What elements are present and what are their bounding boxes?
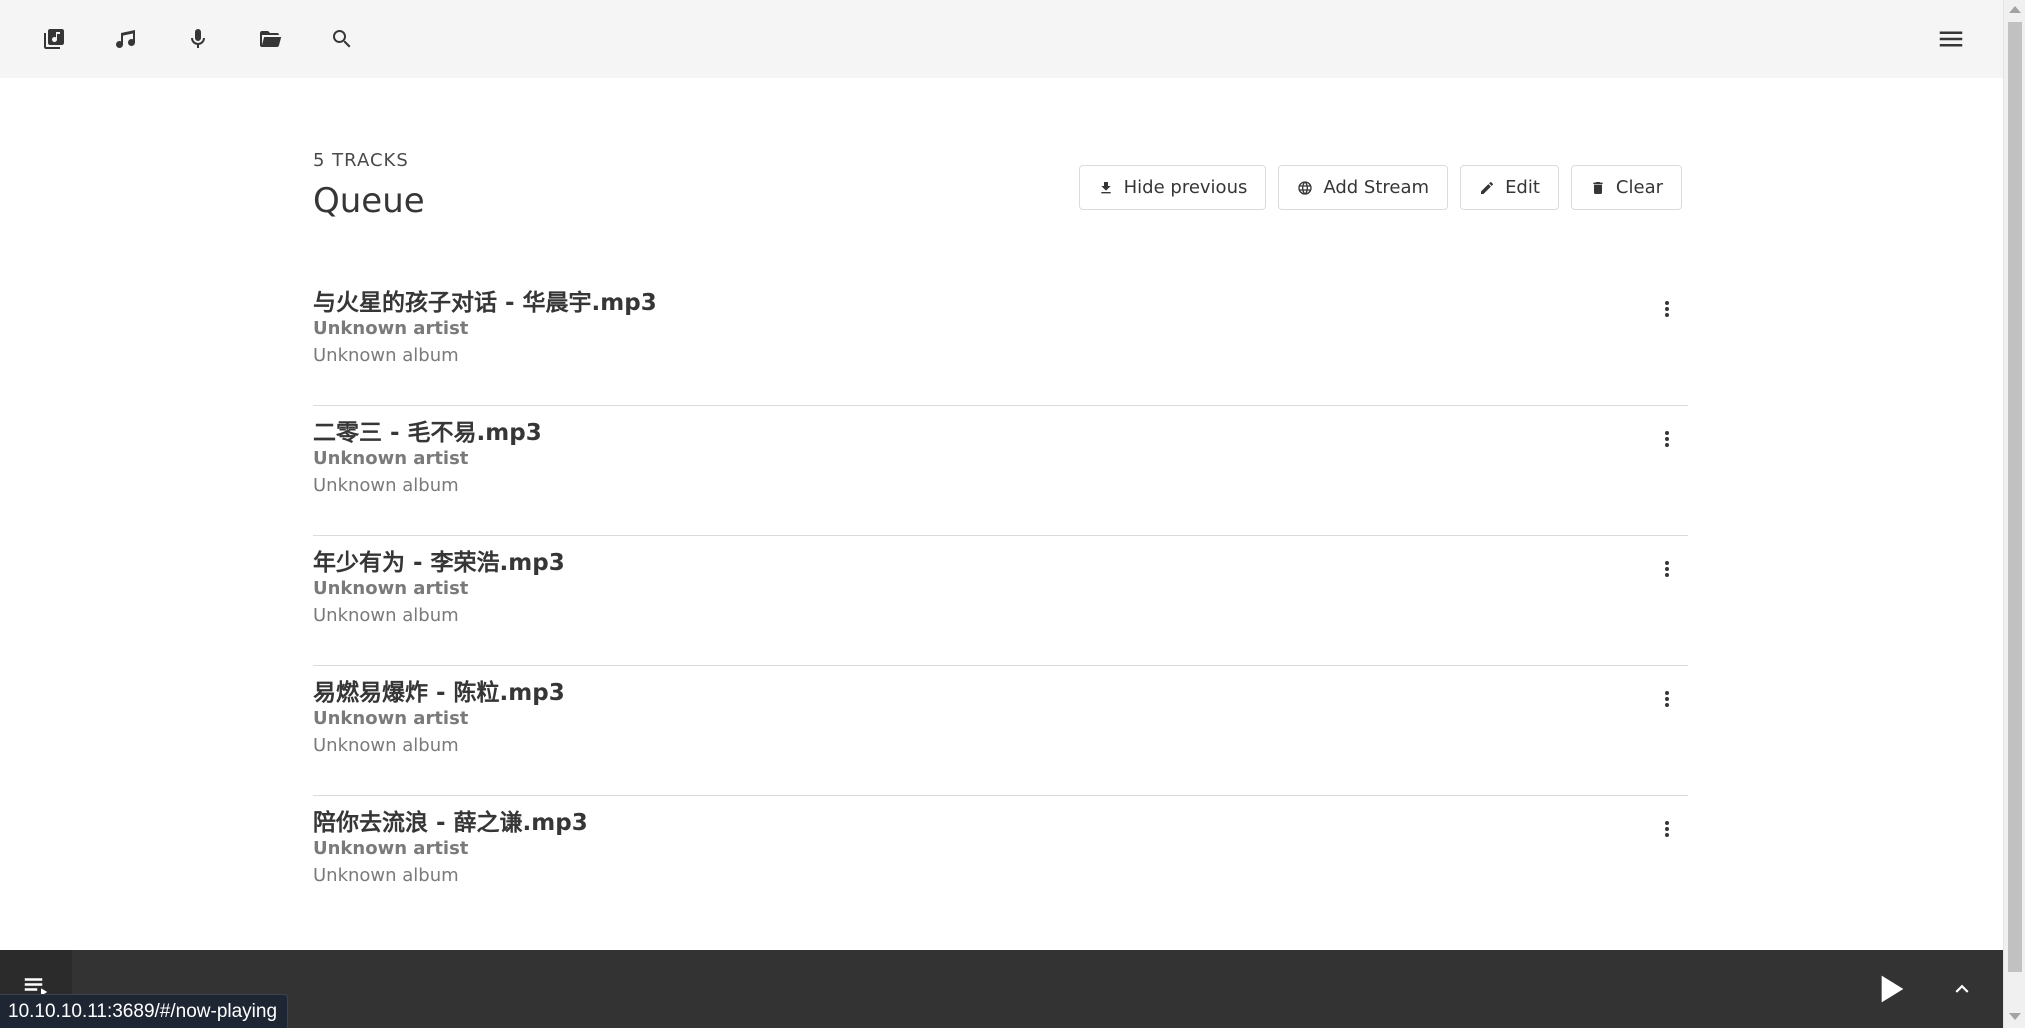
player-bar xyxy=(0,950,2003,1028)
clear-label: Clear xyxy=(1615,177,1663,198)
scroll-up-icon[interactable] xyxy=(2009,6,2021,13)
edit-label: Edit xyxy=(1505,177,1540,198)
queue-toolbar: Hide previous Add Stream Edit Clear xyxy=(1078,165,1682,210)
list-item[interactable]: 年少有为 - 李荣浩.mp3 Unknown artist Unknown al… xyxy=(313,536,1688,666)
more-vertical-icon xyxy=(1665,691,1669,707)
track-title: 与火星的孩子对话 - 华晨宇.mp3 xyxy=(313,290,657,316)
folder-icon xyxy=(260,31,282,47)
expand-player-button[interactable] xyxy=(1945,972,1979,1006)
scroll-thumb[interactable] xyxy=(2008,22,2022,972)
delete-icon xyxy=(1593,181,1603,194)
top-navbar xyxy=(0,0,2003,78)
more-vertical-icon xyxy=(1665,561,1669,577)
edit-button[interactable]: Edit xyxy=(1460,165,1559,210)
track-album: Unknown album xyxy=(313,475,459,496)
track-album: Unknown album xyxy=(313,735,459,756)
music-note-icon xyxy=(116,30,135,48)
scroll-down-icon[interactable] xyxy=(2009,1013,2021,1020)
queue-page: 5 TRACKS Queue Hide previous Add Stream … xyxy=(313,150,1688,926)
hide-previous-button[interactable]: Hide previous xyxy=(1078,165,1267,210)
chevron-up-icon xyxy=(1955,984,1969,993)
track-title: 年少有为 - 李荣浩.mp3 xyxy=(313,550,565,576)
track-options-button[interactable] xyxy=(1652,814,1682,844)
track-artist: Unknown artist xyxy=(313,838,469,859)
list-item[interactable]: 陪你去流浪 - 薛之谦.mp3 Unknown artist Unknown a… xyxy=(313,796,1688,926)
track-title: 二零三 - 毛不易.mp3 xyxy=(313,420,542,446)
more-vertical-icon xyxy=(1665,431,1669,447)
search-icon xyxy=(333,30,351,48)
track-album: Unknown album xyxy=(313,605,459,626)
nav-files[interactable] xyxy=(234,0,306,78)
track-artist: Unknown artist xyxy=(313,708,469,729)
track-options-button[interactable] xyxy=(1652,684,1682,714)
nav-library[interactable] xyxy=(18,0,90,78)
list-item[interactable]: 与火星的孩子对话 - 华晨宇.mp3 Unknown artist Unknow… xyxy=(313,276,1688,406)
list-item[interactable]: 易燃易爆炸 - 陈粒.mp3 Unknown artist Unknown al… xyxy=(313,666,1688,796)
nav-music[interactable] xyxy=(90,0,162,78)
add-stream-button[interactable]: Add Stream xyxy=(1278,165,1449,210)
library-icon xyxy=(44,29,64,49)
globe-icon xyxy=(1298,180,1313,195)
track-options-button[interactable] xyxy=(1652,424,1682,454)
track-list: 与火星的孩子对话 - 华晨宇.mp3 Unknown artist Unknow… xyxy=(313,276,1688,926)
more-vertical-icon xyxy=(1665,821,1669,837)
clear-button[interactable]: Clear xyxy=(1570,165,1682,210)
track-title: 易燃易爆炸 - 陈粒.mp3 xyxy=(313,680,565,706)
menu-button[interactable] xyxy=(1915,0,1987,78)
track-artist: Unknown artist xyxy=(313,318,469,339)
track-album: Unknown album xyxy=(313,865,459,886)
more-vertical-icon xyxy=(1665,301,1669,317)
queue-heading: 5 TRACKS Queue Hide previous Add Stream … xyxy=(313,150,1688,260)
pencil-icon xyxy=(1481,181,1494,194)
track-options-button[interactable] xyxy=(1652,294,1682,324)
track-artist: Unknown artist xyxy=(313,578,469,599)
play-icon xyxy=(1881,975,1904,1003)
track-title: 陪你去流浪 - 薛之谦.mp3 xyxy=(313,810,588,836)
status-bar-url: 10.10.10.11:3689/#/now-playing xyxy=(0,994,289,1028)
play-button[interactable] xyxy=(1867,966,1913,1012)
add-stream-label: Add Stream xyxy=(1323,177,1430,198)
menu-icon xyxy=(1939,31,1963,47)
page-scrollbar[interactable] xyxy=(2003,0,2025,1028)
nav-items xyxy=(0,0,378,78)
track-album: Unknown album xyxy=(313,345,459,366)
track-artist: Unknown artist xyxy=(313,448,469,469)
nav-search[interactable] xyxy=(306,0,378,78)
list-item[interactable]: 二零三 - 毛不易.mp3 Unknown artist Unknown alb… xyxy=(313,406,1688,536)
microphone-icon xyxy=(191,29,205,48)
nav-podcasts[interactable] xyxy=(162,0,234,78)
hide-previous-label: Hide previous xyxy=(1123,177,1248,198)
track-options-button[interactable] xyxy=(1652,554,1682,584)
download-icon xyxy=(1100,181,1111,193)
